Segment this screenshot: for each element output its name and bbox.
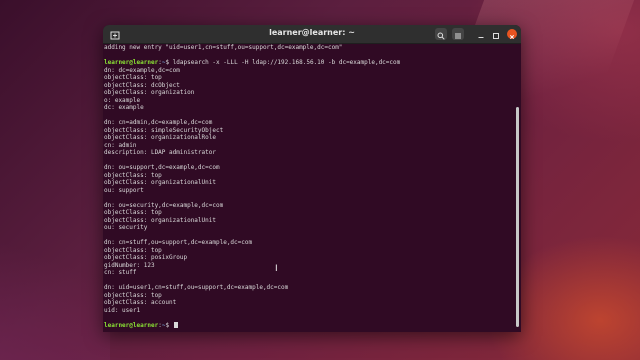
maximize-button[interactable]: [491, 28, 501, 40]
terminal-output[interactable]: adding new entry "uid=user1,cn=stuff,ou=…: [103, 44, 521, 332]
prompt-symbol: $: [165, 59, 173, 66]
terminal-command-line: learner@learner:~$: [104, 321, 400, 330]
terminal-output-line: ou: support: [104, 186, 144, 194]
terminal-output-line: o: example: [104, 96, 141, 104]
terminal-output-line: objectClass: organizationalUnit: [104, 179, 216, 186]
close-button[interactable]: [507, 29, 517, 39]
terminal-output-line: objectClass: posixGroup: [104, 254, 188, 261]
terminal-output-line: objectClass: account: [104, 299, 177, 306]
terminal-output-line: adding new entry "uid=user1,cn=stuff,ou=…: [104, 44, 343, 51]
terminal-output-line: cn: stuff: [104, 269, 137, 276]
terminal-command-line: learner@learner:~$ ldapsearch -x -LLL -H…: [104, 59, 400, 67]
prompt-symbol: $: [165, 321, 173, 329]
terminal-output-line: dn: dc=example,dc=com: [104, 66, 180, 74]
terminal-output-line: objectClass: organization: [104, 89, 195, 96]
terminal-cursor: [173, 321, 178, 328]
terminal-output-line: dn: ou=security,dc=example,dc=com: [104, 201, 224, 209]
command-text: ldapsearch -x -LLL -H ldap://192.168.56.…: [172, 59, 401, 66]
minimize-button[interactable]: [476, 28, 486, 40]
wallpaper-streak: [0, 230, 110, 360]
prompt-user: learner@learner: [104, 321, 159, 329]
scrollbar[interactable]: [516, 107, 519, 327]
terminal-output-line: objectClass: dcObject: [104, 81, 180, 89]
terminal-output-line: objectClass: organizationalRole: [104, 134, 216, 141]
terminal-output-line: gidNumber: 123: [104, 261, 155, 269]
text-cursor-icon: I: [275, 264, 278, 274]
terminal-output-line: dn: cn=admin,dc=example,dc=com: [104, 119, 213, 126]
terminal-output-line: dc: example: [104, 104, 144, 111]
terminal-output-line: objectClass: top: [104, 209, 162, 216]
terminal-output-line: dn: ou=support,dc=example,dc=com: [104, 164, 220, 171]
terminal-output-line: dn: cn=stuff,ou=support,dc=example,dc=co…: [104, 239, 253, 246]
hamburger-menu-icon: [454, 25, 462, 44]
maximize-icon: [492, 25, 500, 44]
menu-button[interactable]: [452, 28, 464, 40]
search-icon: [437, 25, 445, 44]
close-icon: [509, 25, 515, 44]
terminal-output-line: objectClass: top: [104, 171, 162, 179]
prompt-user: learner@learner: [104, 59, 159, 66]
minimize-icon: [477, 25, 485, 44]
terminal-output-line: ou: security: [104, 224, 148, 231]
new-tab-button[interactable]: [109, 28, 121, 40]
search-button[interactable]: [435, 28, 447, 40]
terminal-output-line: objectClass: top: [104, 246, 162, 254]
title-bar[interactable]: learner@learner: ~: [103, 25, 521, 44]
terminal-window[interactable]: learner@learner: ~ adding new entry "uid…: [103, 25, 521, 332]
terminal-output-line: description: LDAP administrator: [104, 149, 216, 156]
terminal-output-line: objectClass: organizationalUnit: [104, 216, 216, 224]
terminal-output-line: objectClass: simpleSecurityObject: [104, 126, 224, 134]
terminal-output-line: objectClass: top: [104, 74, 162, 81]
terminal-output-line: dn: uid=user1,cn=stuff,ou=support,dc=exa…: [104, 284, 289, 291]
new-tab-icon: [110, 25, 120, 44]
terminal-output-line: uid: user1: [104, 306, 141, 314]
terminal-lines: adding new entry "uid=user1,cn=stuff,ou=…: [104, 44, 400, 329]
terminal-output-line: objectClass: top: [104, 291, 162, 299]
terminal-output-line: cn: admin: [104, 141, 137, 149]
